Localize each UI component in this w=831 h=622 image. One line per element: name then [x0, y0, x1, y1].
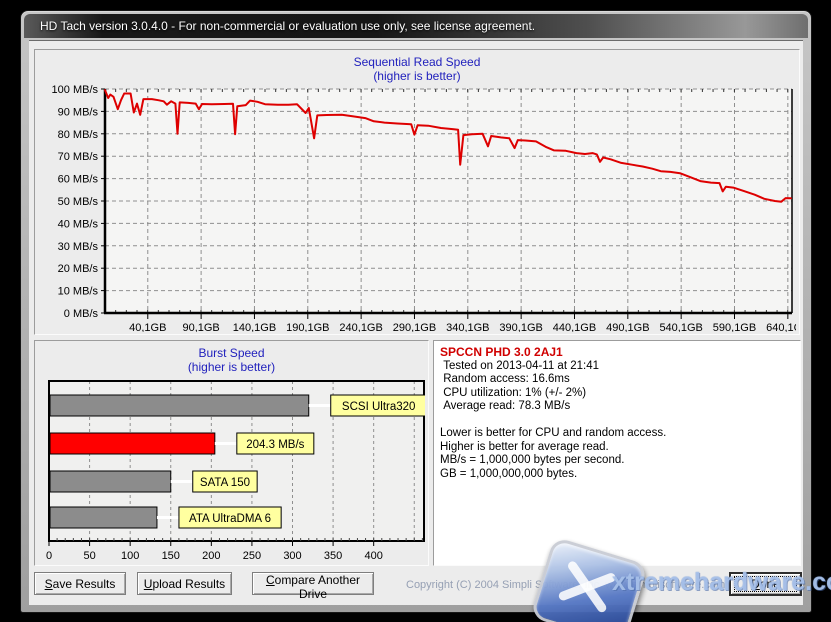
svg-text:SATA 150: SATA 150 — [200, 477, 250, 489]
svg-text:250: 250 — [243, 550, 261, 562]
svg-text:80 MB/s: 80 MB/s — [58, 129, 99, 141]
svg-text:90 MB/s: 90 MB/s — [58, 106, 99, 118]
svg-text:30 MB/s: 30 MB/s — [58, 241, 99, 253]
svg-text:10 MB/s: 10 MB/s — [58, 286, 99, 298]
burst-speed-panel: Burst Speed (higher is better) 0 50 100 150… — [34, 340, 429, 566]
sequential-read-subtitle: (higher is better) — [35, 69, 799, 83]
burst-speed-subtitle: (higher is better) — [35, 360, 428, 374]
svg-text:40 MB/s: 40 MB/s — [58, 218, 99, 230]
svg-text:ATA UltraDMA 6: ATA UltraDMA 6 — [189, 513, 271, 525]
burst-speed-chart: 0 50 100 150 200 250 300 350 400 SCSI Ultra320 204… — [36, 375, 425, 563]
svg-text:140,1GB: 140,1GB — [233, 322, 276, 332]
svg-text:100: 100 — [121, 550, 139, 562]
window-title: HD Tach version 3.0.4.0 - For non-commer… — [24, 14, 808, 38]
svg-text:340,1GB: 340,1GB — [446, 322, 489, 332]
sequential-read-chart: 100 MB/s 90 MB/s 80 MB/s 70 MB/s 60 MB/s 50 M… — [36, 84, 796, 332]
svg-text:0 MB/s: 0 MB/s — [64, 308, 99, 320]
svg-text:350: 350 — [324, 550, 342, 562]
titlebar[interactable]: HD Tach version 3.0.4.0 - For non-commer… — [24, 14, 808, 38]
done-button[interactable]: Done — [730, 573, 801, 595]
svg-text:640,1GB: 640,1GB — [766, 322, 796, 332]
svg-text:540,1GB: 540,1GB — [659, 322, 702, 332]
svg-text:300: 300 — [283, 550, 301, 562]
burst-speed-title: Burst Speed — [35, 346, 428, 360]
svg-text:204.3 MB/s: 204.3 MB/s — [246, 439, 304, 451]
svg-text:50 MB/s: 50 MB/s — [58, 196, 99, 208]
svg-text:490,1GB: 490,1GB — [606, 322, 649, 332]
svg-text:SCSI Ultra320: SCSI Ultra320 — [342, 401, 416, 413]
upload-results-button[interactable]: Upload Results — [137, 572, 232, 595]
svg-text:190,1GB: 190,1GB — [286, 322, 329, 332]
hd-tach-window: HD Tach version 3.0.4.0 - For non-commer… — [20, 10, 812, 613]
svg-text:0: 0 — [46, 550, 52, 562]
screen: HD Tach version 3.0.4.0 - For non-commer… — [0, 0, 831, 622]
svg-text:390,1GB: 390,1GB — [499, 322, 542, 332]
svg-text:90,1GB: 90,1GB — [182, 322, 219, 332]
svg-text:400: 400 — [364, 550, 382, 562]
drive-info-panel: SPCCN PHD 3.0 2AJ1 Tested on 2013-04-11 … — [433, 340, 801, 566]
client-area: Sequential Read Speed (higher is better)… — [29, 40, 803, 605]
copyright-text: Copyright (C) 2004 Simpli Software, Inc.… — [406, 579, 725, 591]
svg-text:150: 150 — [162, 550, 180, 562]
sequential-read-panel: Sequential Read Speed (higher is better)… — [34, 49, 800, 335]
compare-drive-button[interactable]: Compare Another Drive — [252, 572, 374, 595]
svg-text:440,1GB: 440,1GB — [553, 322, 596, 332]
sequential-read-title: Sequential Read Speed — [35, 55, 799, 69]
svg-text:60 MB/s: 60 MB/s — [58, 174, 99, 186]
svg-text:200: 200 — [202, 550, 220, 562]
svg-text:290,1GB: 290,1GB — [393, 322, 436, 332]
svg-text:70 MB/s: 70 MB/s — [58, 151, 99, 163]
svg-text:20 MB/s: 20 MB/s — [58, 263, 99, 275]
svg-text:240,1GB: 240,1GB — [339, 322, 382, 332]
drive-info-text: SPCCN PHD 3.0 2AJ1 Tested on 2013-04-11 … — [434, 341, 800, 486]
save-results-button[interactable]: Save Results — [34, 572, 126, 595]
svg-text:590,1GB: 590,1GB — [713, 322, 756, 332]
svg-text:100 MB/s: 100 MB/s — [52, 84, 99, 96]
svg-text:40,1GB: 40,1GB — [129, 322, 166, 332]
svg-text:50: 50 — [83, 550, 95, 562]
